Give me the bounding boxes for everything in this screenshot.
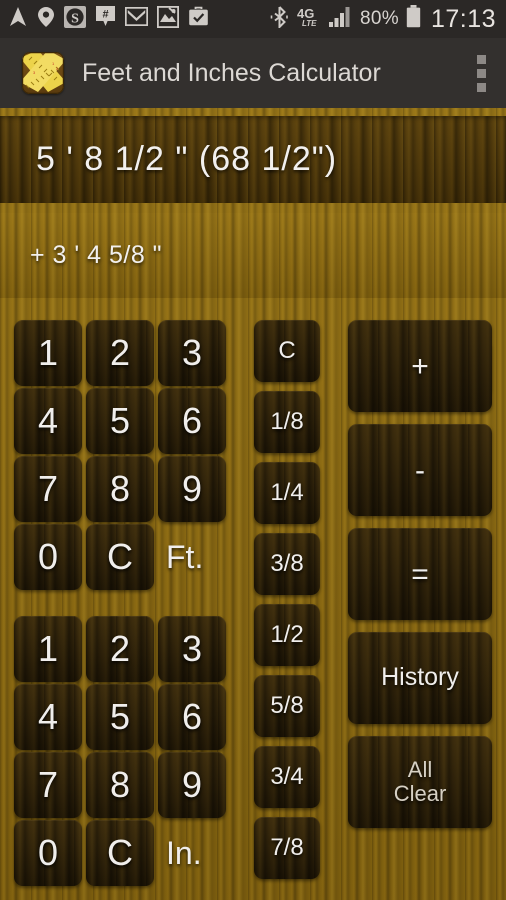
app-root: S # 4G LTE 80% 17:13 1 2 3 Feet and Inch… [0,0,506,900]
overflow-dot [476,54,486,64]
feet-clear-key[interactable]: C [86,524,154,590]
result-value: 5 ' 8 1/2 " (68 1/2") [36,140,338,178]
plus-button[interactable]: + [348,320,492,412]
feet-unit-label: Ft. [166,538,204,575]
status-bar-notification-icons: S # [8,5,270,33]
feet-key-2[interactable]: 2 [86,320,154,386]
feet-key-8[interactable]: 8 [86,456,154,522]
battery-icon [406,5,421,33]
status-bar-clock: 17:13 [430,4,496,33]
fraction-key-3-8[interactable]: 3/8 [254,533,320,595]
all-clear-button[interactable]: All Clear [348,736,492,828]
inches-key-1[interactable]: 1 [14,616,82,682]
inches-key-2[interactable]: 2 [86,616,154,682]
overflow-menu-icon[interactable] [464,50,498,96]
feet-key-7[interactable]: 7 [14,456,82,522]
fraction-key-5-8[interactable]: 5/8 [254,675,320,737]
signal-bars-icon [329,6,353,33]
inches-key-6[interactable]: 6 [158,684,226,750]
svg-text:LTE: LTE [302,19,317,28]
inches-key-5[interactable]: 5 [86,684,154,750]
tape-measure-icon: 123 [22,52,64,94]
navigation-icon [8,6,28,33]
inches-key-7[interactable]: 7 [14,752,82,818]
entry-display-panel: + 3 ' 4 5/8 " [0,213,506,298]
feet-key-3[interactable]: 3 [158,320,226,386]
inches-key-0[interactable]: 0 [14,820,82,886]
feet-key-4[interactable]: 4 [14,388,82,454]
network-4g-lte-icon: 4G LTE [296,6,322,33]
inches-unit-label: In. [166,834,202,871]
history-button[interactable]: History [348,632,492,724]
calculator-body: 5 ' 8 1/2 " (68 1/2") + 3 ' 4 5/8 " Clea… [0,108,506,900]
status-bar-system-icons: 4G LTE 80% 17:13 [270,5,496,34]
feet-key-5[interactable]: 5 [86,388,154,454]
svg-text:S: S [71,11,79,26]
feet-key-0[interactable]: 0 [14,524,82,590]
result-display-panel: 5 ' 8 1/2 " (68 1/2") [0,116,506,203]
fraction-key-1-2[interactable]: 1/2 [254,604,320,666]
location-pin-icon [37,6,55,33]
slack-hash-icon: # [95,5,116,33]
feet-key-9[interactable]: 9 [158,456,226,522]
inches-key-4[interactable]: 4 [14,684,82,750]
android-status-bar: S # 4G LTE 80% 17:13 [0,0,506,38]
minus-button[interactable]: - [348,424,492,516]
fraction-key-3-4[interactable]: 3/4 [254,746,320,808]
gmail-icon [124,6,149,31]
battery-percent-label: 80% [360,8,399,29]
inches-key-9[interactable]: 9 [158,752,226,818]
broken-image-icon [156,5,180,33]
fraction-key-1-4[interactable]: 1/4 [254,462,320,524]
entry-value: + 3 ' 4 5/8 " [30,241,163,269]
skype-icon: S [64,5,86,33]
briefcase-check-icon [188,6,209,32]
inches-key-3[interactable]: 3 [158,616,226,682]
fraction-key-7-8[interactable]: 7/8 [254,817,320,879]
fraction-key-1-8[interactable]: 1/8 [254,391,320,453]
app-action-bar: 123 Feet and Inches Calculator [0,38,506,108]
equals-button[interactable]: = [348,528,492,620]
feet-key-1[interactable]: 1 [14,320,82,386]
inches-key-8[interactable]: 8 [86,752,154,818]
feet-key-6[interactable]: 6 [158,388,226,454]
app-title: Feet and Inches Calculator [82,58,381,87]
overflow-dot [476,82,486,92]
fraction-key-clear[interactable]: C [254,320,320,382]
inches-clear-key[interactable]: C [86,820,154,886]
svg-text:#: # [102,8,108,20]
bluetooth-icon [270,5,289,33]
overflow-dot [476,68,486,78]
